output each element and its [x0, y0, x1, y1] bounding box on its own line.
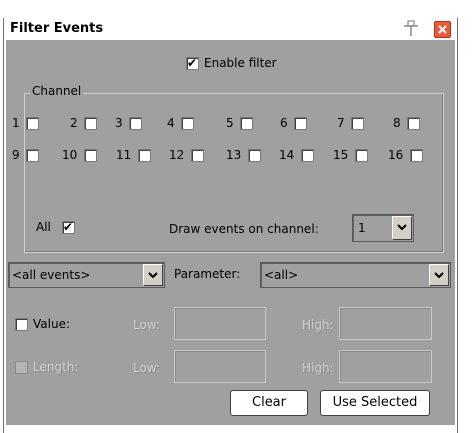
length-label: Length:	[33, 360, 79, 374]
channel-15-checkbox[interactable]	[355, 149, 368, 162]
checkmark-icon: ✔	[187, 56, 198, 70]
event-type-select[interactable]: <all events>	[8, 262, 165, 288]
parameter-select[interactable]: <all>	[260, 262, 451, 288]
length-high-input[interactable]	[339, 350, 432, 383]
draw-events-channel-select[interactable]: 1	[352, 214, 414, 242]
channel-8-label: 8	[393, 116, 401, 130]
pin-icon[interactable]	[401, 20, 421, 38]
channel-13-label: 13	[226, 148, 242, 162]
channel-5-label: 5	[226, 116, 234, 130]
chevron-down-icon[interactable]	[429, 264, 449, 286]
channel-7-label: 7	[337, 116, 345, 130]
channel-15-label: 15	[333, 148, 349, 162]
value-low-label: Low:	[133, 318, 161, 332]
event-type-value: <all events>	[12, 268, 91, 282]
channel-4-checkbox[interactable]	[181, 117, 194, 130]
channel-6-checkbox[interactable]	[294, 117, 307, 130]
all-channels-label: All	[36, 220, 51, 234]
channel-6-label: 6	[280, 116, 288, 130]
channel-9-label: 9	[12, 148, 20, 162]
channel-13-checkbox[interactable]	[248, 149, 261, 162]
channel-2-label: 2	[70, 116, 78, 130]
channel-group-label: Channel	[30, 84, 84, 98]
channel-4-label: 4	[167, 116, 175, 130]
value-low-input[interactable]	[174, 307, 266, 340]
clear-button[interactable]: Clear	[230, 390, 308, 416]
channel-3-checkbox[interactable]	[129, 117, 142, 130]
dialog-client-area: ✔ Enable filter Channel 1 2 3 4 5 6 7 8 9 10 11 12 1…	[6, 40, 455, 425]
value-label: Value:	[33, 317, 70, 331]
channel-12-checkbox[interactable]	[191, 149, 204, 162]
value-checkbox[interactable]	[15, 318, 28, 331]
checkmark-icon: ✔	[63, 220, 74, 234]
channel-11-checkbox[interactable]	[138, 149, 151, 162]
channel-1-label: 1	[12, 116, 20, 130]
length-high-label: High:	[302, 361, 334, 375]
length-low-label: Low:	[133, 361, 161, 375]
channel-10-checkbox[interactable]	[84, 149, 97, 162]
title-bar[interactable]: Filter Events	[4, 18, 457, 40]
draw-events-label: Draw events on channel:	[169, 222, 319, 236]
all-channels-checkbox[interactable]: ✔	[62, 220, 75, 234]
channel-1-checkbox[interactable]	[26, 117, 39, 130]
channel-2-checkbox[interactable]	[84, 117, 97, 130]
channel-10-label: 10	[62, 148, 78, 162]
chevron-down-icon[interactable]	[392, 216, 412, 240]
channel-9-checkbox[interactable]	[26, 149, 39, 162]
channel-14-label: 14	[279, 148, 295, 162]
channel-8-checkbox[interactable]	[407, 117, 420, 130]
enable-filter-checkbox[interactable]: ✔	[186, 56, 199, 70]
channel-16-label: 16	[388, 148, 404, 162]
length-low-input[interactable]	[174, 350, 266, 383]
channel-14-checkbox[interactable]	[301, 149, 314, 162]
draw-events-channel-value: 1	[358, 221, 366, 235]
channel-16-checkbox[interactable]	[410, 149, 423, 162]
filter-events-window: Filter Events ✔ Enable filter Channel 12…	[3, 18, 458, 433]
close-icon[interactable]	[434, 21, 451, 38]
channel-7-checkbox[interactable]	[351, 117, 364, 130]
use-selected-button[interactable]: Use Selected	[320, 390, 430, 416]
channel-3-label: 3	[115, 116, 123, 130]
parameter-label: Parameter:	[174, 267, 241, 281]
channel-5-checkbox[interactable]	[240, 117, 253, 130]
value-high-input[interactable]	[339, 307, 432, 340]
value-high-label: High:	[302, 318, 334, 332]
enable-filter-label: Enable filter	[204, 56, 277, 70]
length-checkbox[interactable]	[15, 361, 28, 374]
window-title: Filter Events	[10, 21, 104, 36]
parameter-value: <all>	[264, 268, 299, 282]
channel-11-label: 11	[116, 148, 132, 162]
channel-12-label: 12	[169, 148, 185, 162]
chevron-down-icon[interactable]	[143, 264, 163, 286]
